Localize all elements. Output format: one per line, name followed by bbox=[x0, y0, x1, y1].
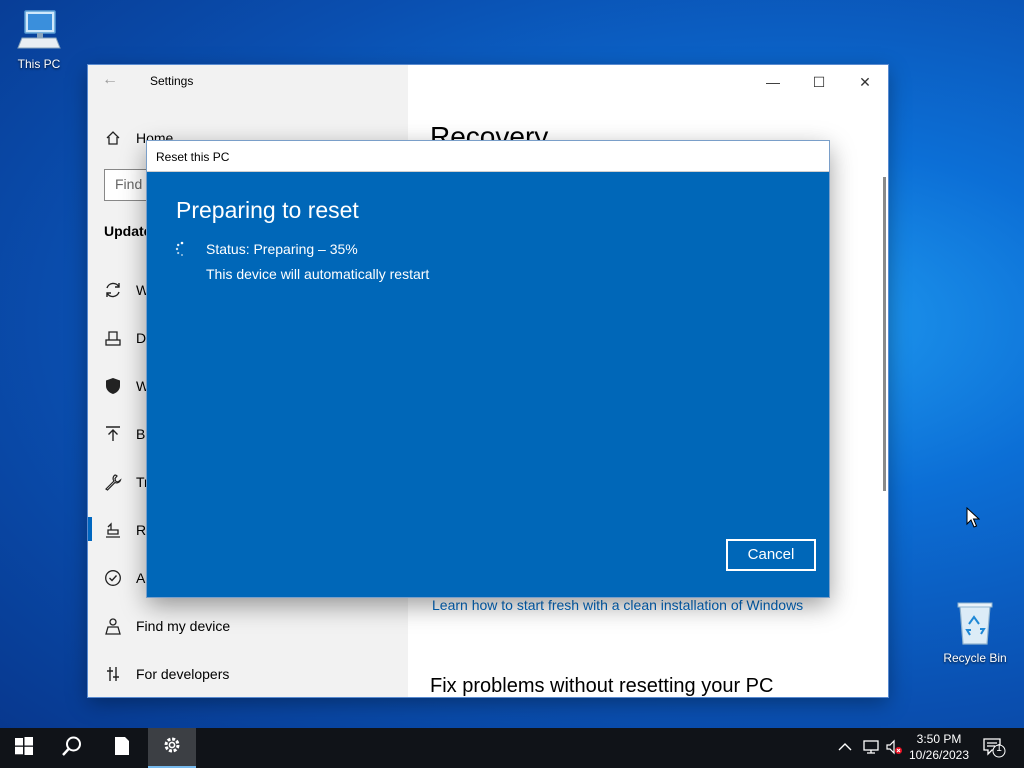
close-button[interactable]: ✕ bbox=[842, 69, 888, 95]
back-arrow-icon[interactable]: ← bbox=[102, 71, 118, 89]
window-title: Settings bbox=[150, 74, 194, 88]
minimize-button[interactable]: — bbox=[750, 69, 796, 95]
search-placeholder: Find bbox=[115, 176, 143, 192]
tray-overflow-button[interactable] bbox=[838, 728, 852, 768]
section-header: Update bbox=[104, 223, 152, 239]
taskbar-clock[interactable]: 3:50 PM 10/26/2023 bbox=[904, 731, 974, 763]
desktop-icon-label: Recycle Bin bbox=[943, 651, 1007, 665]
desktop-icon-recycle-bin[interactable]: Recycle Bin bbox=[937, 600, 1013, 665]
volume-muted-icon bbox=[885, 739, 903, 758]
minimize-icon: — bbox=[766, 74, 780, 90]
dialog-title: Reset this PC bbox=[147, 141, 829, 172]
sidebar-item-label: Find my device bbox=[136, 618, 231, 634]
taskbar-file-button[interactable] bbox=[98, 728, 146, 768]
start-button[interactable] bbox=[0, 728, 48, 768]
desktop-icon-label: This PC bbox=[17, 57, 61, 71]
volume-button[interactable] bbox=[885, 728, 903, 768]
close-icon: ✕ bbox=[859, 74, 871, 90]
cancel-button[interactable]: Cancel bbox=[726, 539, 816, 571]
desktop-icon-this-pc[interactable]: This PC bbox=[1, 8, 77, 71]
sync-icon bbox=[104, 281, 122, 299]
sidebar-item-label: For developers bbox=[136, 666, 230, 682]
home-icon bbox=[104, 129, 122, 147]
start-icon bbox=[15, 736, 33, 760]
content-scrollbar[interactable] bbox=[883, 177, 886, 491]
computer-icon bbox=[16, 10, 62, 55]
developer-icon bbox=[104, 665, 122, 683]
maximize-icon: ☐ bbox=[812, 74, 826, 90]
shield-icon bbox=[104, 377, 122, 395]
maximize-button[interactable]: ☐ bbox=[796, 69, 842, 95]
action-center-button[interactable]: 1 bbox=[982, 728, 1008, 768]
clean-install-link[interactable]: Learn how to start fresh with a clean in… bbox=[432, 597, 803, 613]
clock-time: 3:50 PM bbox=[916, 732, 962, 746]
taskbar-settings-button[interactable] bbox=[148, 728, 196, 768]
backup-icon bbox=[104, 425, 122, 443]
sidebar-item-for-developers[interactable]: For developers bbox=[104, 660, 404, 688]
fix-problems-heading: Fix problems without resetting your PC bbox=[430, 675, 774, 697]
person-location-icon bbox=[104, 617, 122, 635]
network-button[interactable] bbox=[862, 728, 880, 768]
taskbar-search-button[interactable] bbox=[48, 728, 96, 768]
dialog-heading: Preparing to reset bbox=[176, 197, 359, 223]
sidebar-item-find-my-device[interactable]: Find my device bbox=[104, 612, 404, 640]
mouse-cursor-icon bbox=[966, 506, 981, 534]
recycle-bin-icon bbox=[955, 602, 995, 649]
network-icon bbox=[862, 739, 880, 758]
selected-indicator bbox=[88, 517, 92, 541]
notification-count-badge: 1 bbox=[996, 743, 1002, 754]
status-text: Status: Preparing – 35% bbox=[206, 241, 358, 257]
activation-icon bbox=[104, 569, 122, 587]
settings-gear-icon bbox=[162, 735, 182, 760]
clock-date: 10/26/2023 bbox=[908, 748, 970, 762]
search-icon bbox=[61, 735, 83, 762]
file-icon bbox=[114, 736, 130, 761]
progress-spinner-icon bbox=[175, 241, 189, 257]
reset-pc-dialog: Reset this PC Preparing to reset Status:… bbox=[147, 141, 829, 597]
taskbar: 3:50 PM 10/26/2023 1 bbox=[0, 728, 1024, 768]
chevron-up-icon bbox=[838, 741, 852, 755]
restart-note: This device will automatically restart bbox=[206, 266, 430, 282]
wrench-icon bbox=[104, 473, 122, 491]
notification-icon bbox=[982, 736, 1008, 761]
recovery-icon bbox=[104, 521, 122, 539]
delivery-icon bbox=[104, 329, 122, 347]
